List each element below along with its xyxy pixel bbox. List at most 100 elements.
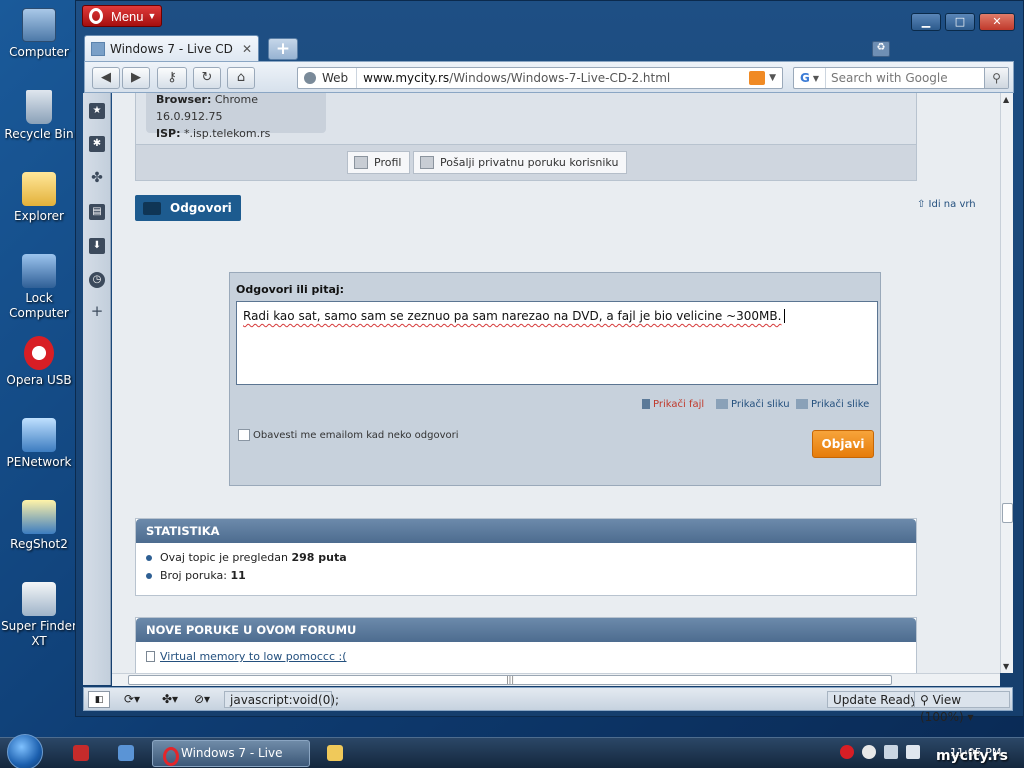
url-text[interactable]: www.mycity.rs/Windows/Windows-7-Live-CD-… [357, 68, 749, 88]
history-clock-icon[interactable]: ◷ [89, 272, 105, 288]
notify-checkbox[interactable] [238, 429, 250, 441]
user-details: Browser: Chrome 16.0.912.75 ISP: *.isp.t… [146, 93, 326, 140]
desktop-icon-opera-usb[interactable]: Opera USB [0, 336, 78, 388]
search-bar[interactable]: G ▼ Search with Google ⚲ [793, 67, 1009, 89]
search-input[interactable]: Search with Google [826, 71, 984, 85]
horizontal-scroll-thumb[interactable]: ||| [128, 675, 892, 685]
desktop-icon-super-finder[interactable]: Super Finder XT [0, 582, 78, 649]
scroll-up-arrow-icon[interactable]: ▲ [1003, 95, 1009, 104]
opera-icon [24, 336, 54, 370]
update-ready-button[interactable]: Update Ready [827, 691, 924, 708]
desktop-icon-penetwork[interactable]: PENetwork [0, 418, 78, 470]
bookmarks-icon[interactable]: ★ [89, 103, 105, 119]
forward-button[interactable]: ▶ [122, 67, 150, 89]
search-icon[interactable]: ⚲ [984, 68, 1008, 88]
reload-button[interactable]: ↻ [193, 67, 221, 89]
downloads-icon[interactable]: ⬇ [89, 238, 105, 254]
taskbar-folder-icon[interactable] [327, 745, 343, 761]
tab-windows-7-live-cd[interactable]: Windows 7 - Live CD ✕ [84, 35, 259, 61]
notes-icon[interactable]: ▤ [89, 204, 105, 220]
maximize-button[interactable]: □ [945, 13, 975, 31]
attach-image-link[interactable]: Prikači sliku [716, 399, 790, 410]
attach-images-label: Prikači slike [811, 399, 870, 410]
url-path: /Windows/Windows-7-Live-CD-2.html [449, 71, 671, 85]
google-search-engine-icon[interactable]: G ▼ [794, 68, 826, 88]
unite-icon[interactable]: ✤▾ [162, 691, 178, 708]
go-to-top-link[interactable]: ⇧ Idi na vrh [917, 199, 976, 210]
key-icon[interactable]: ⚷ [157, 67, 187, 89]
mycity-watermark: mycity.rs [936, 748, 1008, 764]
panel-toggle-button[interactable]: ◧ [88, 691, 110, 708]
view-zoom-button[interactable]: ⚲ View (100%) ▾ [914, 691, 1010, 724]
zoom-label: View (100%) [920, 693, 964, 724]
vertical-scroll-thumb[interactable] [1002, 503, 1013, 523]
reply-text: Radi kao sat, samo sam se zeznuo pa sam … [243, 309, 782, 323]
opera-menu-button[interactable]: Menu ▼ [82, 5, 162, 27]
turbo-icon[interactable]: ⊘▾ [194, 691, 210, 708]
posts-label: Broj poruka: [160, 569, 227, 582]
settings-gear-icon[interactable]: ✱ [89, 136, 105, 152]
attach-images-link[interactable]: Prikači slike [796, 399, 869, 410]
taskbar-app-icon[interactable] [73, 745, 89, 761]
navigation-toolbar: ◀ ▶ ⚷ ↻ ⌂ Web www.mycity.rs/Windows/Wind… [84, 61, 1014, 93]
taskbar-task-opera[interactable]: Windows 7 - Live CD... [152, 740, 310, 767]
objavi-submit-button[interactable]: Objavi [812, 430, 874, 458]
page-content: Browser: Chrome 16.0.912.75 ISP: *.isp.t… [112, 93, 1000, 673]
odgovori-button[interactable]: Odgovori [135, 195, 241, 221]
menu-label: Menu [111, 8, 144, 24]
desktop-icon-regshot2[interactable]: RegShot2 [0, 500, 78, 552]
sync-icon[interactable]: ⟳▾ [124, 691, 140, 708]
envelope-icon [420, 156, 434, 169]
speech-bubble-icon [143, 201, 161, 215]
tab-bar: Windows 7 - Live CD ✕ + ♻ [84, 35, 1014, 61]
rss-feed-icon[interactable] [749, 71, 766, 85]
closed-tabs-trash-icon[interactable]: ♻ [872, 41, 890, 57]
tray-opera-icon[interactable] [840, 745, 854, 759]
desktop-icon-lock-computer[interactable]: Lock Computer [0, 254, 78, 321]
start-button[interactable] [7, 734, 43, 768]
tray-media-icon[interactable] [862, 745, 876, 759]
scroll-down-arrow-icon[interactable]: ▼ [1003, 662, 1009, 671]
system-tray [840, 745, 920, 759]
minimize-button[interactable]: ▁ [911, 13, 941, 31]
tab-close-icon[interactable]: ✕ [242, 42, 258, 56]
taskbar: Windows 7 - Live CD... 11:05 PM [0, 734, 1024, 768]
desktop-icon-label: Recycle Bin [4, 127, 74, 141]
nove-poruke-title: NOVE PORUKE U OVOM FORUMU [136, 618, 916, 642]
address-bar[interactable]: Web www.mycity.rs/Windows/Windows-7-Live… [297, 67, 783, 89]
list-item: Ovaj topic je pregledan 298 puta [146, 549, 906, 567]
attach-file-link[interactable]: Prikači fajl [642, 399, 704, 410]
document-icon [146, 651, 155, 662]
nove-poruke-panel: NOVE PORUKE U OVOM FORUMU Virtual memory… [135, 617, 917, 673]
window-controls: ▁ □ ✕ [911, 13, 1015, 31]
reply-textarea[interactable]: Radi kao sat, samo sam se zeznuo pa sam … [236, 301, 878, 385]
profile-button[interactable]: Profil [347, 151, 411, 174]
forum-post-link[interactable]: Virtual memory to low pomoccc :( [136, 642, 916, 671]
views-label: Ovaj topic je pregledan [160, 551, 288, 564]
tray-volume-icon[interactable] [906, 745, 920, 759]
odgovori-label: Odgovori [170, 201, 232, 215]
vertical-scrollbar[interactable]: ▲ ▼ [1000, 93, 1013, 673]
horizontal-scrollbar[interactable]: ||| [112, 673, 1000, 686]
desktop-icon-recycle-bin[interactable]: Recycle Bin [0, 90, 78, 142]
address-dropdown-icon[interactable]: ▼ [769, 68, 776, 88]
desktop-icon-label: Computer [9, 45, 69, 59]
taskbar-network-icon[interactable] [118, 745, 134, 761]
recycle-bin-icon [26, 90, 52, 124]
widgets-icon[interactable]: ✤ [89, 170, 105, 186]
desktop-icon-explorer[interactable]: Explorer [0, 172, 78, 224]
tray-display-icon[interactable] [884, 745, 898, 759]
back-button[interactable]: ◀ [92, 67, 120, 89]
desktop-icon-label: Opera USB [6, 373, 72, 387]
home-button[interactable]: ⌂ [227, 67, 255, 89]
status-text: javascript:void(0); [224, 691, 339, 708]
new-tab-button[interactable]: + [268, 38, 298, 60]
close-window-button[interactable]: ✕ [979, 13, 1015, 31]
private-message-button[interactable]: Pošalji privatnu poruku korisniku [413, 151, 628, 174]
paperclip-icon [642, 399, 650, 409]
opera-side-panel: ★ ✱ ✤ ▤ ⬇ ◷ + [83, 93, 111, 685]
web-chip[interactable]: Web [298, 68, 358, 88]
desktop-icon-computer[interactable]: Computer [0, 8, 78, 60]
add-panel-icon[interactable]: + [89, 303, 105, 319]
views-value: 298 puta [291, 551, 347, 564]
